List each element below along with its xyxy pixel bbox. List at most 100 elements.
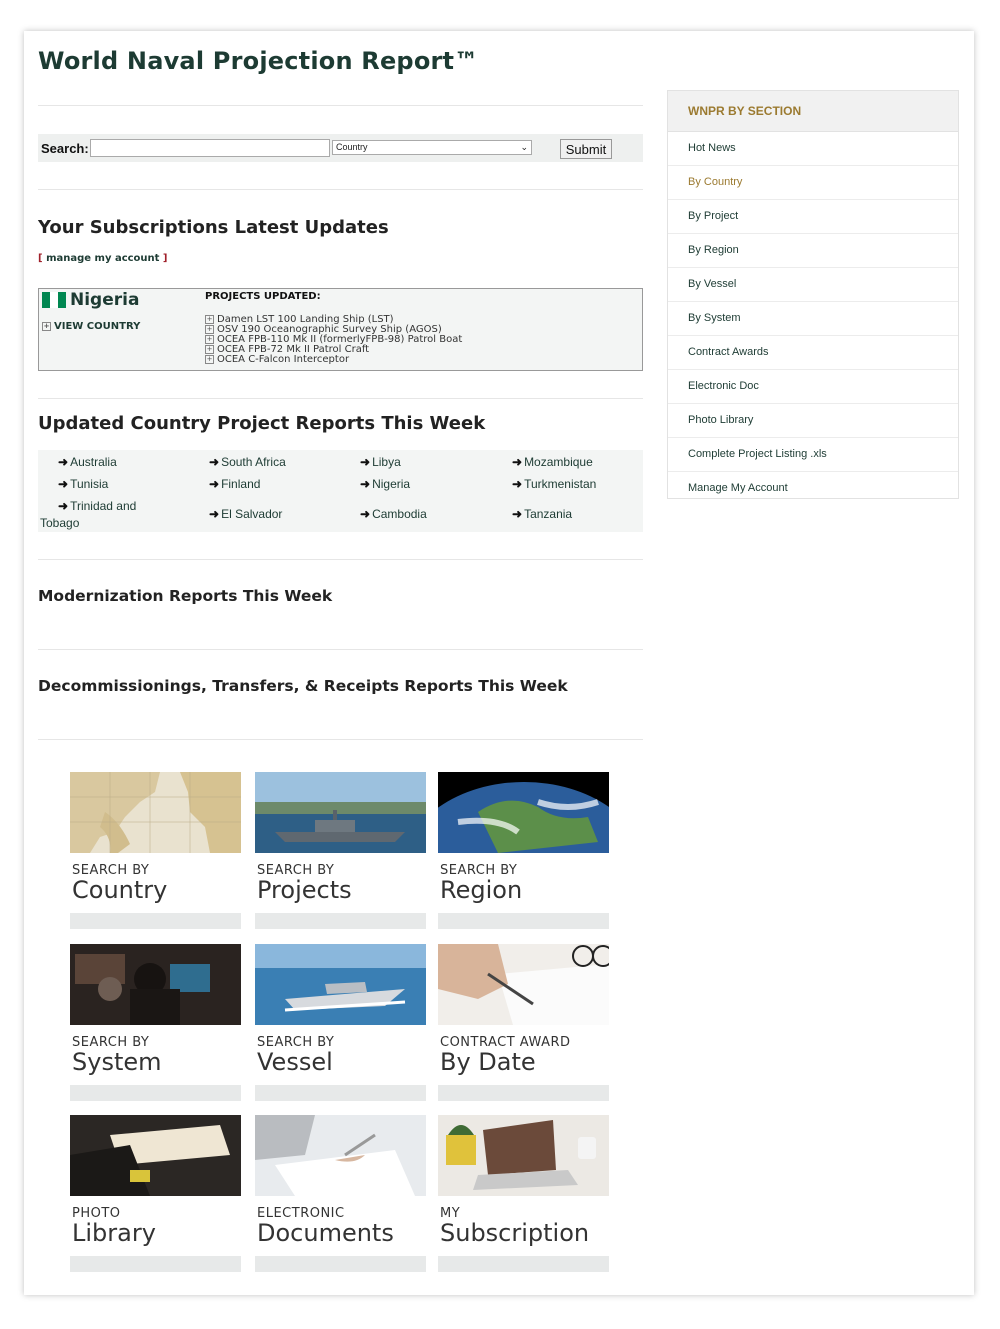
world-map-image: [70, 772, 241, 853]
country-select[interactable]: Country ⌄: [332, 140, 532, 155]
sidebar-heading: WNPR BY SECTION: [668, 91, 958, 132]
tile-search-region[interactable]: SEARCH BY Region: [438, 772, 609, 929]
tile-footer-bar: [255, 1085, 426, 1101]
projects-updated-list: + Damen LST 100 Landing Ship (LST) + OSV 1…: [205, 315, 462, 365]
tile-big-label: Vessel: [257, 1048, 333, 1076]
tile-my-subscription[interactable]: MY Subscription: [438, 1115, 609, 1272]
country-link[interactable]: ➜ Libya: [360, 455, 401, 469]
page-title: World Naval Projection Report™: [38, 47, 479, 75]
divider: [38, 398, 643, 399]
tile-big-label: By Date: [440, 1048, 536, 1076]
modernization-heading: Modernization Reports This Week: [38, 587, 333, 605]
sidebar-item-by-vessel[interactable]: By Vessel: [668, 268, 958, 302]
sidebar-item-hot-news[interactable]: Hot News: [668, 132, 958, 166]
tile-big-label: Subscription: [440, 1219, 590, 1247]
tile-search-system[interactable]: SEARCH BY System: [70, 944, 241, 1101]
tile-big-label: Projects: [257, 876, 352, 904]
expand-icon: +: [205, 325, 214, 334]
sidebar-item-by-country[interactable]: By Country: [668, 166, 958, 200]
tile-footer-bar: [438, 1256, 609, 1272]
sidebar-item-by-region[interactable]: By Region: [668, 234, 958, 268]
updated-reports-heading: Updated Country Project Reports This Wee…: [38, 413, 486, 434]
country-link[interactable]: ➜ Australia: [58, 455, 117, 469]
desk-laptop-image: [438, 1115, 609, 1196]
sidebar-item-contract-awards[interactable]: Contract Awards: [668, 336, 958, 370]
country-link[interactable]: ➜ Finland: [209, 477, 260, 491]
expand-icon: +: [205, 355, 214, 364]
tile-footer-bar: [70, 1256, 241, 1272]
country-link[interactable]: ➜ Cambodia: [360, 507, 427, 521]
arrow-right-icon: ➜: [512, 507, 523, 521]
arrow-right-icon: ➜: [209, 507, 220, 521]
subscription-country-name[interactable]: Nigeria: [70, 290, 139, 310]
country-link[interactable]: ➜ Mozambique: [512, 455, 593, 469]
country-link[interactable]: ➜ Tanzania: [512, 507, 572, 521]
sidebar-item-by-system[interactable]: By System: [668, 302, 958, 336]
sidebar: WNPR BY SECTION Hot News By Country By P…: [667, 90, 959, 499]
country-link[interactable]: ➜ Turkmenistan: [512, 477, 596, 491]
search-label: Search:: [41, 141, 89, 156]
control-room-image: [70, 944, 241, 1025]
divider: [38, 105, 643, 106]
tile-big-label: System: [72, 1048, 162, 1076]
arrow-right-icon: ➜: [360, 507, 371, 521]
warship-harbor-image: [255, 772, 426, 853]
country-link[interactable]: ➜ Nigeria: [360, 477, 410, 491]
subscription-update-box: Nigeria + VIEW COUNTRY PROJECTS UPDATED: …: [38, 288, 643, 371]
projects-updated-heading: PROJECTS UPDATED:: [205, 291, 321, 302]
arrow-right-icon: ➜: [360, 477, 371, 491]
arrow-right-icon: ➜: [360, 455, 371, 469]
divider: [38, 649, 643, 650]
arrow-right-icon: ➜: [209, 477, 220, 491]
tile-footer-bar: [70, 1085, 241, 1101]
tile-big-label: Region: [440, 876, 523, 904]
arrow-right-icon: ➜: [58, 455, 69, 469]
tile-search-vessel[interactable]: SEARCH BY Vessel: [255, 944, 426, 1101]
view-country-link[interactable]: + VIEW COUNTRY: [42, 321, 140, 332]
tile-big-label: Documents: [257, 1219, 394, 1247]
arrow-right-icon: ➜: [58, 499, 69, 513]
sidebar-item-manage-my-account[interactable]: Manage My Account: [668, 472, 958, 505]
country-select-value: Country: [336, 142, 368, 152]
search-input[interactable]: [90, 139, 330, 157]
sidebar-item-photo-library[interactable]: Photo Library: [668, 404, 958, 438]
expand-icon: +: [205, 315, 214, 324]
manage-account-link[interactable]: [ manage my account ]: [38, 253, 168, 264]
earth-globe-image: [438, 772, 609, 853]
project-item[interactable]: + OCEA C-Falcon Interceptor: [205, 355, 462, 365]
submit-button[interactable]: Submit: [560, 139, 612, 159]
sidebar-item-electronic-doc[interactable]: Electronic Doc: [668, 370, 958, 404]
country-link[interactable]: ➜ El Salvador: [209, 507, 282, 521]
divider: [38, 739, 643, 740]
tile-search-country[interactable]: SEARCH BY Country: [70, 772, 241, 929]
decommissionings-heading: Decommissionings, Transfers, & Receipts …: [38, 677, 568, 695]
photo-book-image: [70, 1115, 241, 1196]
arrow-right-icon: ➜: [209, 455, 220, 469]
sidebar-item-by-project[interactable]: By Project: [668, 200, 958, 234]
tile-photo-library[interactable]: PHOTO Library: [70, 1115, 241, 1272]
arrow-right-icon: ➜: [58, 477, 69, 491]
expand-icon: +: [205, 335, 214, 344]
page: World Naval Projection Report™ Search: C…: [24, 31, 974, 1295]
arrow-right-icon: ➜: [512, 455, 523, 469]
divider: [38, 189, 643, 190]
tile-footer-bar: [255, 1256, 426, 1272]
tile-electronic-documents[interactable]: ELECTRONIC Documents: [255, 1115, 426, 1272]
tile-search-projects[interactable]: SEARCH BY Projects: [255, 772, 426, 929]
arrow-right-icon: ➜: [512, 477, 523, 491]
country-link[interactable]: ➜ Trinidad and: [58, 499, 136, 513]
sidebar-item-complete-project-listing[interactable]: Complete Project Listing .xls: [668, 438, 958, 472]
tile-big-label: Library: [72, 1219, 156, 1247]
updated-country-list: ➜ Australia ➜ South Africa ➜ Libya ➜ Mozambi…: [38, 450, 643, 532]
laptop-writing-image: [255, 1115, 426, 1196]
country-link-continued[interactable]: Tobago: [40, 516, 79, 530]
search-bar: Search: Country ⌄ Submit: [38, 134, 643, 162]
country-link[interactable]: ➜ South Africa: [209, 455, 286, 469]
subscriptions-heading: Your Subscriptions Latest Updates: [38, 217, 389, 238]
nigeria-flag-icon: [42, 292, 66, 308]
country-link[interactable]: ➜ Tunisia: [58, 477, 108, 491]
tile-big-label: Country: [72, 876, 168, 904]
tile-contract-award-by-date[interactable]: CONTRACT AWARD By Date: [438, 944, 609, 1101]
tile-footer-bar: [438, 913, 609, 929]
chevron-down-icon: ⌄: [520, 142, 528, 152]
